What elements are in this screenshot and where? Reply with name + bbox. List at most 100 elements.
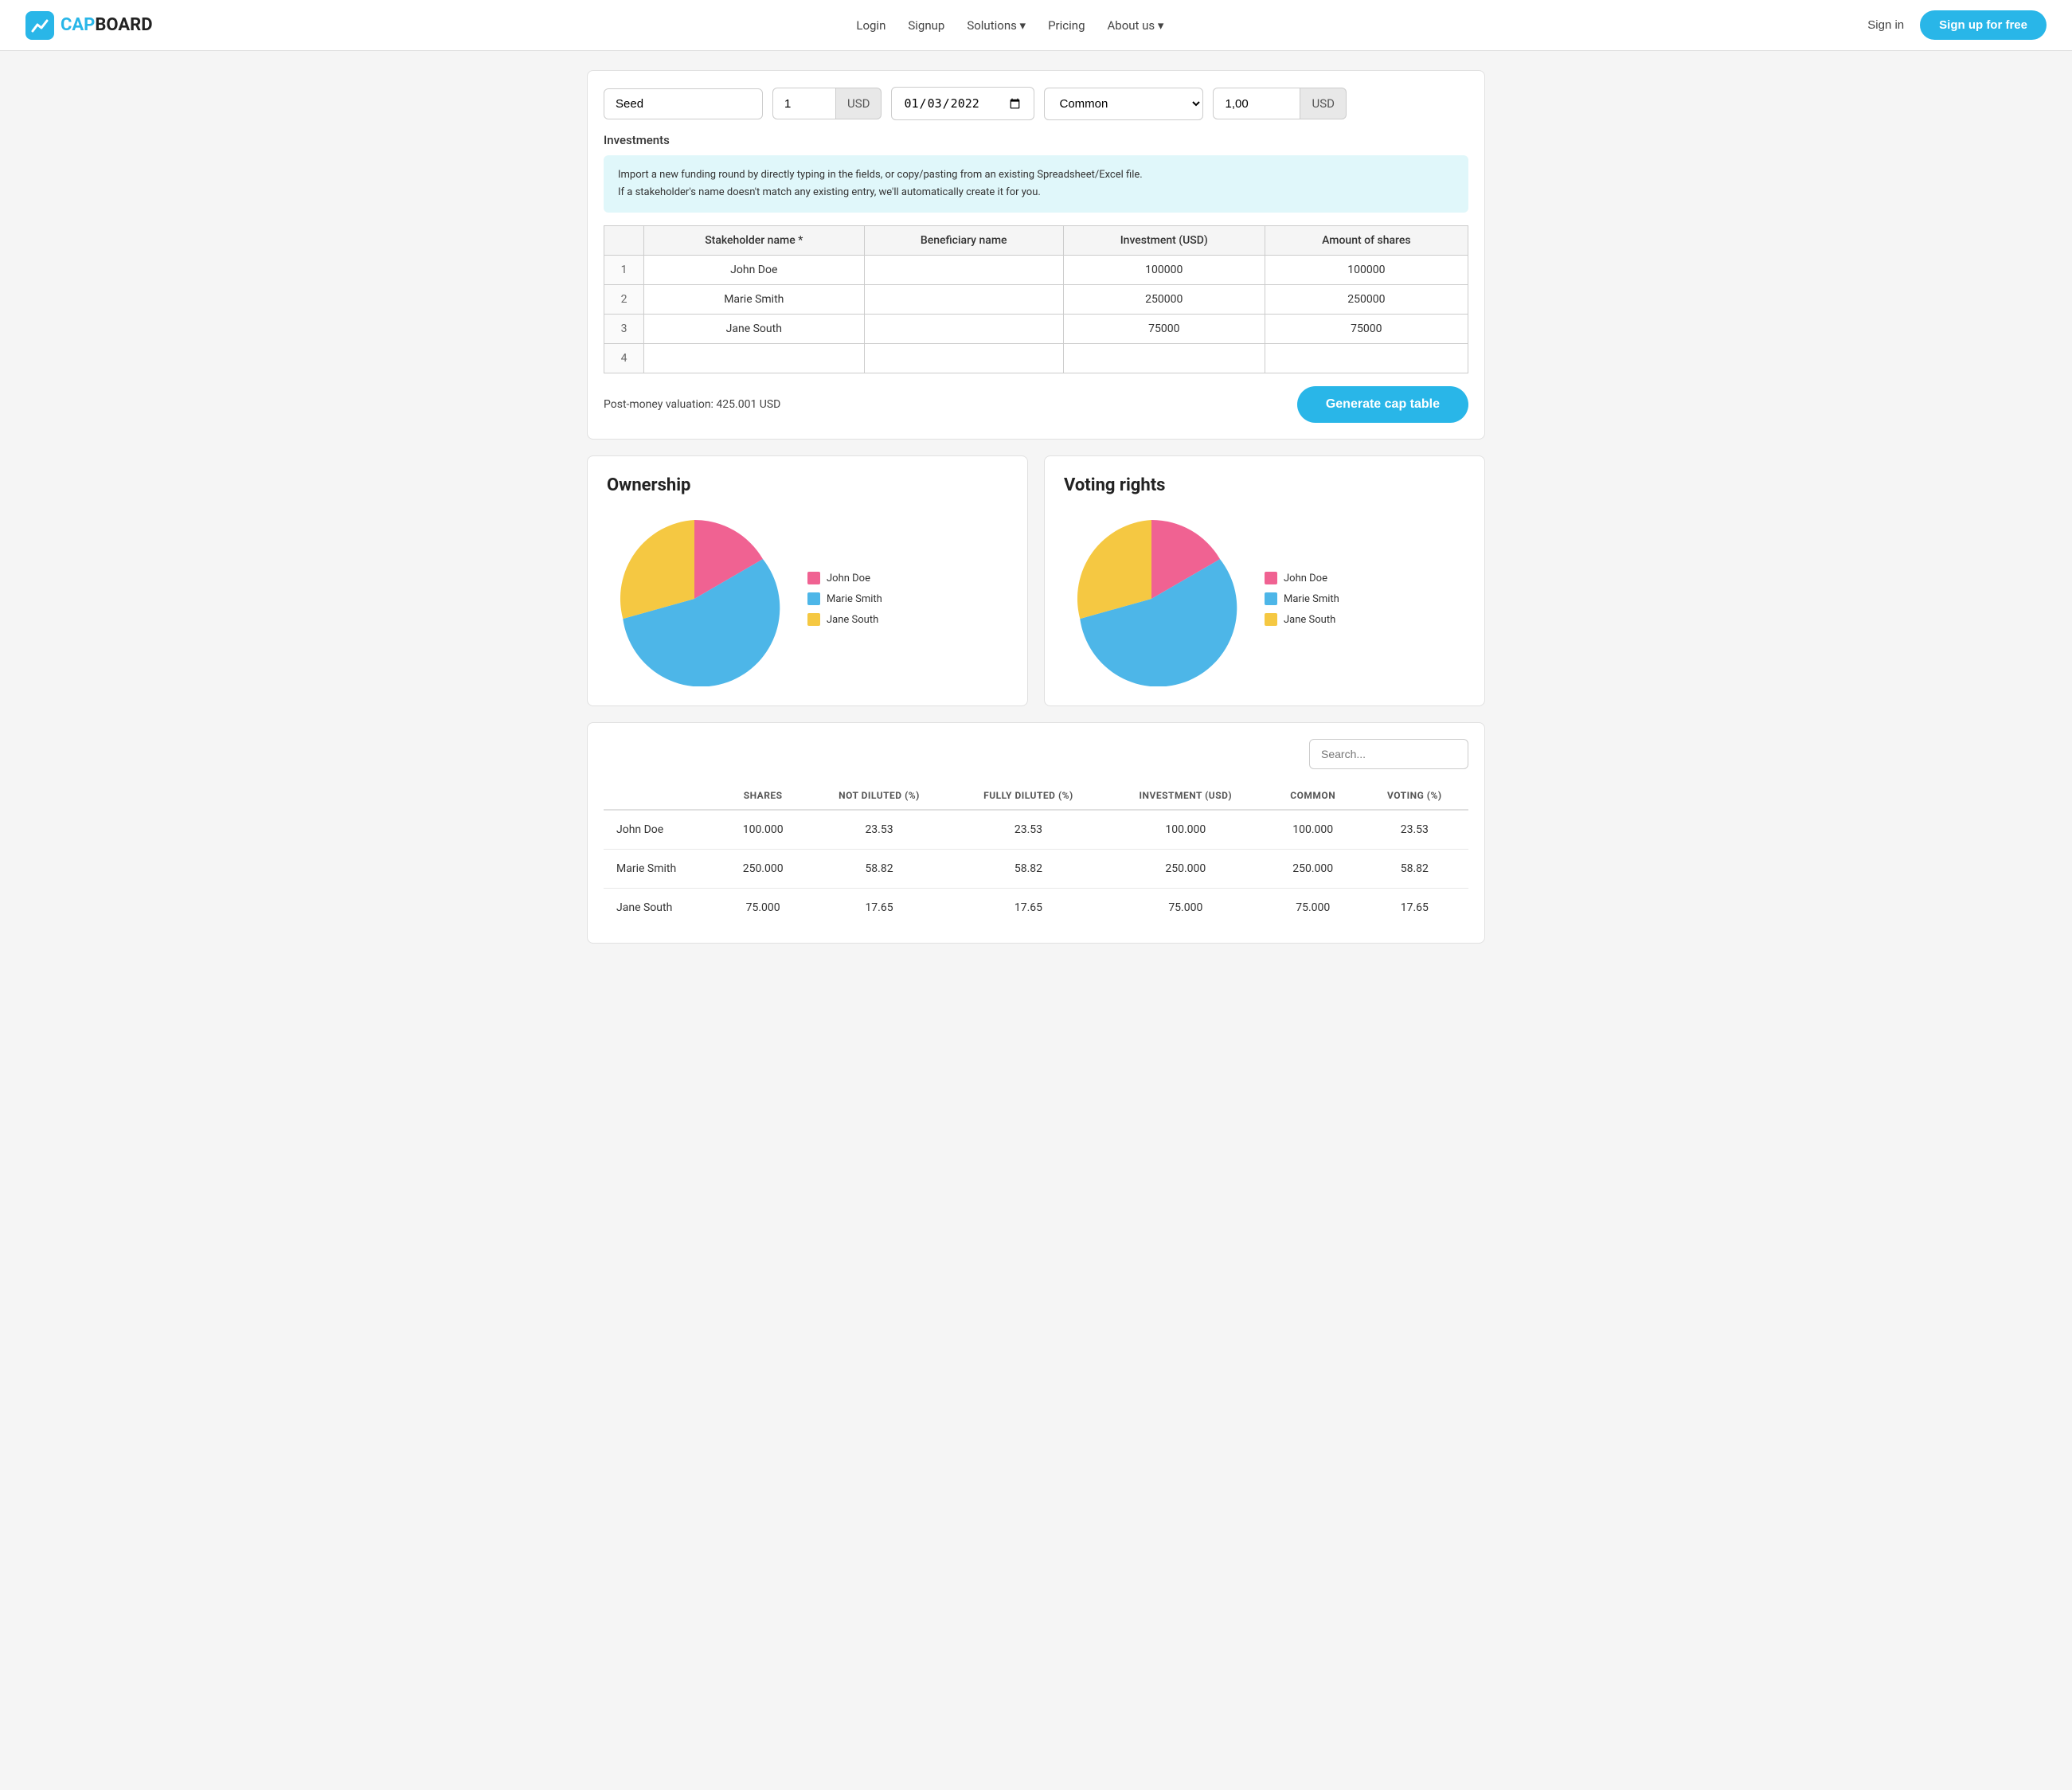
cap-table-section: SHARES NOT DILUTED (%) FULLY DILUTED (%)… — [587, 722, 1485, 944]
seed-input[interactable] — [604, 88, 763, 119]
logo-icon — [25, 11, 54, 40]
voting-legend-dot-jane — [1265, 613, 1277, 626]
share-type-select[interactable]: Common Preferred Option — [1044, 88, 1203, 120]
cap-col-investment: INVESTMENT (USD) — [1106, 782, 1265, 810]
cap-fully-diluted-marie: 58.82 — [951, 850, 1106, 889]
login-link[interactable]: Login — [856, 18, 885, 33]
investments-label: Investments — [604, 133, 1468, 147]
cap-common-marie: 250.000 — [1265, 850, 1361, 889]
beneficiary-1[interactable] — [864, 256, 1063, 285]
number-currency-group: USD — [772, 88, 882, 119]
cap-name-jane: Jane South — [604, 889, 718, 928]
cap-col-name — [604, 782, 718, 810]
cap-table: SHARES NOT DILUTED (%) FULLY DILUTED (%)… — [604, 782, 1468, 927]
voting-pie — [1064, 511, 1239, 686]
voting-legend-item-john: John Doe — [1265, 572, 1339, 584]
voting-legend-dot-john — [1265, 572, 1277, 584]
solutions-link[interactable]: Solutions ▾ — [967, 18, 1026, 33]
investment-2[interactable]: 250000 — [1063, 285, 1265, 315]
voting-title: Voting rights — [1064, 475, 1465, 495]
price-input[interactable] — [1213, 88, 1300, 119]
sign-in-button[interactable]: Sign in — [1867, 18, 1904, 32]
shares-3[interactable]: 75000 — [1265, 315, 1468, 344]
legend-label-jane: Jane South — [827, 614, 878, 626]
cap-col-shares: SHARES — [718, 782, 807, 810]
table-row: 3 Jane South 75000 75000 — [604, 315, 1468, 344]
shares-4[interactable] — [1265, 344, 1468, 373]
voting-legend-dot-marie — [1265, 592, 1277, 605]
price-currency-group: USD — [1213, 88, 1346, 119]
cap-table-row-jane: Jane South 75.000 17.65 17.65 75.000 75.… — [604, 889, 1468, 928]
col-header-num — [604, 226, 644, 256]
ownership-legend: John Doe Marie Smith Jane South — [807, 572, 882, 626]
pricing-link[interactable]: Pricing — [1048, 18, 1085, 33]
cap-common-jane: 75.000 — [1265, 889, 1361, 928]
investment-1[interactable]: 100000 — [1063, 256, 1265, 285]
cap-col-fully-diluted: FULLY DILUTED (%) — [951, 782, 1106, 810]
ownership-chart-card: Ownership — [587, 455, 1028, 706]
investment-3[interactable]: 75000 — [1063, 315, 1265, 344]
cap-col-common: COMMON — [1265, 782, 1361, 810]
table-row: 2 Marie Smith 250000 250000 — [604, 285, 1468, 315]
generate-button[interactable]: Generate cap table — [1297, 386, 1468, 423]
cap-table-header — [604, 739, 1468, 769]
date-input[interactable] — [891, 87, 1034, 120]
search-input[interactable] — [1309, 739, 1468, 769]
nav-links: Login Signup Solutions ▾ Pricing About u… — [178, 18, 1843, 33]
legend-label-marie: Marie Smith — [827, 593, 882, 605]
info-line-1: Import a new funding round by directly t… — [618, 166, 1454, 184]
row-num-1: 1 — [604, 256, 644, 285]
col-header-investment: Investment (USD) — [1063, 226, 1265, 256]
currency-tag-1: USD — [836, 88, 882, 119]
cap-investment-jane: 75.000 — [1106, 889, 1265, 928]
cap-name-john: John Doe — [604, 810, 718, 850]
shares-2[interactable]: 250000 — [1265, 285, 1468, 315]
cap-common-john: 100.000 — [1265, 810, 1361, 850]
shares-1[interactable]: 100000 — [1265, 256, 1468, 285]
signup-link[interactable]: Signup — [908, 18, 944, 33]
form-section: USD Common Preferred Option USD Investme… — [587, 70, 1485, 440]
voting-legend-item-jane: Jane South — [1265, 613, 1339, 626]
about-link[interactable]: About us ▾ — [1108, 18, 1164, 33]
cap-fully-diluted-jane: 17.65 — [951, 889, 1106, 928]
beneficiary-2[interactable] — [864, 285, 1063, 315]
cap-col-voting: VOTING (%) — [1361, 782, 1468, 810]
stakeholder-4[interactable] — [644, 344, 865, 373]
beneficiary-4[interactable] — [864, 344, 1063, 373]
cap-name-marie: Marie Smith — [604, 850, 718, 889]
legend-label-john: John Doe — [827, 573, 870, 584]
legend-item-john: John Doe — [807, 572, 882, 584]
cap-not-diluted-jane: 17.65 — [807, 889, 951, 928]
cap-not-diluted-marie: 58.82 — [807, 850, 951, 889]
legend-dot-marie — [807, 592, 820, 605]
voting-legend-label-john: John Doe — [1284, 573, 1327, 584]
logo-text: CAPBOARD — [61, 15, 153, 35]
cap-voting-john: 23.53 — [1361, 810, 1468, 850]
investment-4[interactable] — [1063, 344, 1265, 373]
row-num-4: 4 — [604, 344, 644, 373]
voting-chart-card: Voting rights John Doe — [1044, 455, 1485, 706]
beneficiary-3[interactable] — [864, 315, 1063, 344]
stakeholder-1[interactable]: John Doe — [644, 256, 865, 285]
cap-investment-marie: 250.000 — [1106, 850, 1265, 889]
cap-voting-marie: 58.82 — [1361, 850, 1468, 889]
legend-item-jane: Jane South — [807, 613, 882, 626]
cap-shares-jane: 75.000 — [718, 889, 807, 928]
ownership-chart-inner: John Doe Marie Smith Jane South — [607, 511, 1008, 686]
logo[interactable]: CAPBOARD — [25, 11, 153, 40]
main-content: USD Common Preferred Option USD Investme… — [574, 70, 1498, 944]
post-money-label: Post-money valuation: 425.001 USD — [604, 398, 780, 411]
legend-item-marie: Marie Smith — [807, 592, 882, 605]
nav-right: Sign in Sign up for free — [1867, 10, 2047, 40]
number-input[interactable] — [772, 88, 836, 119]
legend-dot-jane — [807, 613, 820, 626]
ownership-title: Ownership — [607, 475, 1008, 495]
voting-chart-inner: John Doe Marie Smith Jane South — [1064, 511, 1465, 686]
stakeholder-3[interactable]: Jane South — [644, 315, 865, 344]
signup-button[interactable]: Sign up for free — [1920, 10, 2047, 40]
col-header-stakeholder: Stakeholder name * — [644, 226, 865, 256]
form-row: USD Common Preferred Option USD — [604, 87, 1468, 120]
cap-shares-john: 100.000 — [718, 810, 807, 850]
col-header-beneficiary: Beneficiary name — [864, 226, 1063, 256]
stakeholder-2[interactable]: Marie Smith — [644, 285, 865, 315]
